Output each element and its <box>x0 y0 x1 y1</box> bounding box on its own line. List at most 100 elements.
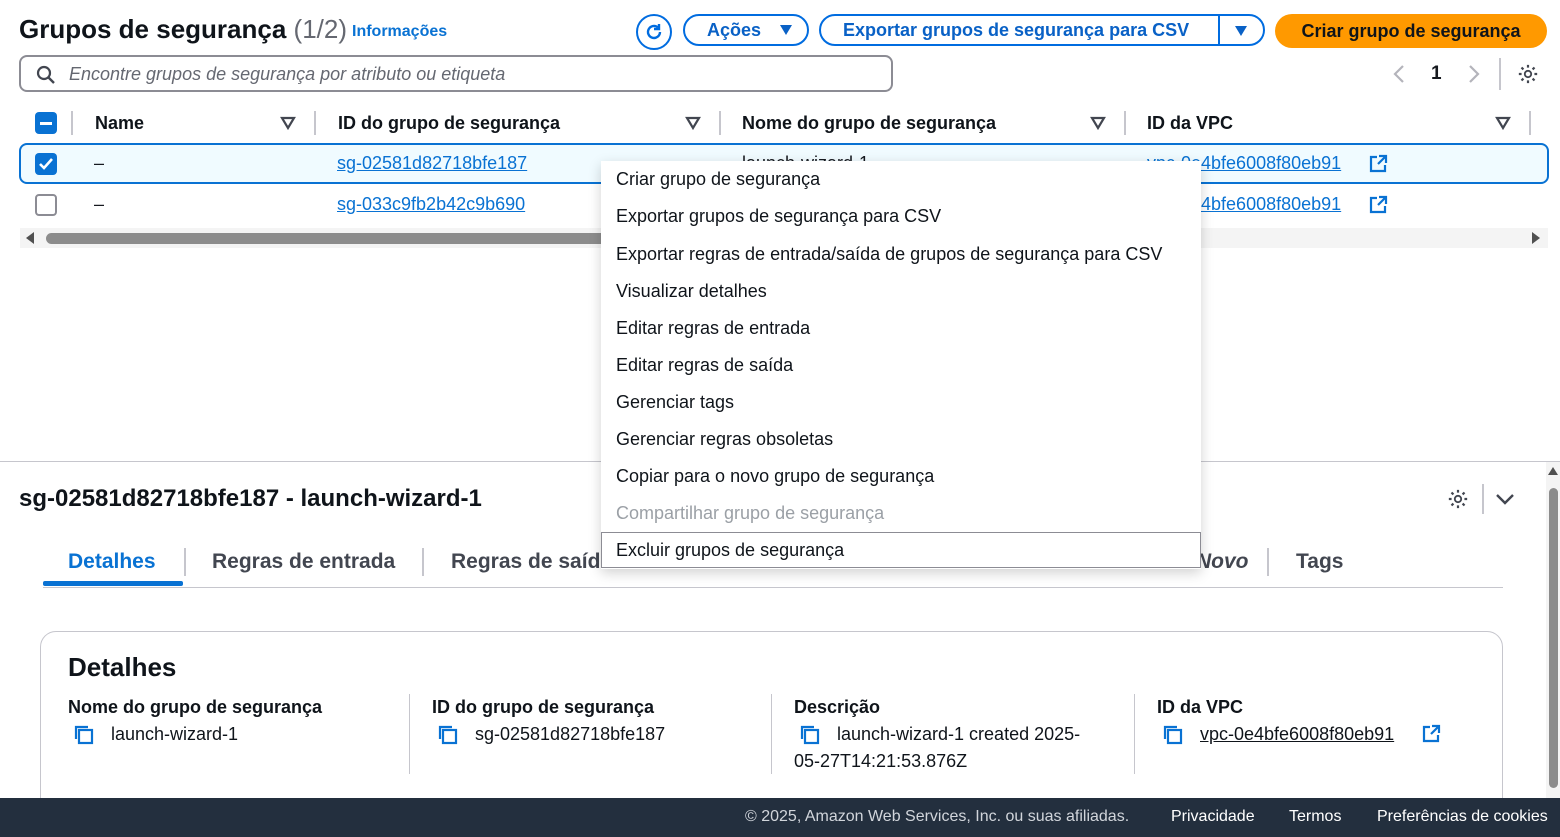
page-title: Grupos de segurança (1/2) <box>19 14 347 45</box>
field-divider <box>771 694 772 774</box>
menu-item-create[interactable]: Criar grupo de segurança <box>616 166 820 192</box>
field-divider <box>1134 694 1135 774</box>
col-divider <box>1124 111 1126 135</box>
detail-title: sg-02581d82718bfe187 - launch-wizard-1 <box>19 485 482 512</box>
field-value-name: launch-wizard-1 <box>111 724 239 744</box>
tab-tags[interactable]: Tags <box>1296 547 1343 577</box>
refresh-button[interactable] <box>636 14 672 50</box>
sort-down-icon[interactable] <box>685 116 701 130</box>
col-divider <box>314 111 316 135</box>
tab-details[interactable]: Detalhes <box>68 547 156 577</box>
field-label-vpc: ID da VPC <box>1157 697 1244 717</box>
menu-item-manage-tags[interactable]: Gerenciar tags <box>616 389 734 415</box>
export-divider <box>1218 16 1220 44</box>
column-header-name[interactable]: Name <box>95 110 144 136</box>
field-value-description-line2: 05-27T14:21:53.876Z <box>794 751 968 771</box>
search-placeholder: Encontre grupos de segurança por atribut… <box>69 64 506 84</box>
selection-count: (1/2) <box>293 14 348 44</box>
footer-terms-link[interactable]: Termos <box>1289 808 1341 826</box>
menu-item-export-csv[interactable]: Exportar grupos de segurança para CSV <box>616 203 941 229</box>
tab-new-partial[interactable]: Novo <box>1196 547 1249 577</box>
field-divider <box>409 694 410 774</box>
create-label: Criar grupo de segurança <box>1301 20 1521 41</box>
col-divider <box>719 111 721 135</box>
column-label: Name <box>95 112 145 133</box>
tab-outbound-rules[interactable]: Regras de saída <box>451 547 612 577</box>
panel-header-divider <box>1482 484 1484 514</box>
prev-page-icon[interactable] <box>1392 64 1406 84</box>
column-header-id[interactable]: ID do grupo de segurança <box>338 110 560 136</box>
details-heading: Detalhes <box>68 652 177 682</box>
sort-down-icon[interactable] <box>1495 116 1511 130</box>
menu-item-edit-outbound[interactable]: Editar regras de saída <box>616 352 793 378</box>
menu-item-export-rules-csv[interactable]: Exportar regras de entrada/saída de grup… <box>616 241 1162 267</box>
sort-down-icon[interactable] <box>280 116 296 130</box>
field-value-id: sg-02581d82718bfe187 <box>475 724 666 744</box>
chevron-down-icon[interactable] <box>1495 492 1515 506</box>
caret-down-icon[interactable] <box>1234 25 1248 37</box>
select-all-checkbox[interactable] <box>35 112 57 134</box>
field-label-name: Nome do grupo de segurança <box>68 697 323 717</box>
external-link-icon[interactable] <box>1368 195 1388 215</box>
menu-item-view-details[interactable]: Visualizar detalhes <box>616 278 767 304</box>
export-label: Exportar grupos de segurança para CSV <box>843 19 1190 40</box>
cell-security-group-id[interactable]: sg-02581d82718bfe187 <box>337 153 527 174</box>
tab-divider <box>184 548 186 576</box>
scroll-left-icon[interactable] <box>24 231 36 245</box>
menu-item-copy-to-new[interactable]: Copiar para o novo grupo de segurança <box>616 463 934 489</box>
create-security-group-button[interactable]: Criar grupo de segurança <box>1275 14 1547 48</box>
info-link[interactable]: Informações <box>352 23 447 41</box>
caret-down-icon <box>780 25 793 35</box>
menu-item-manage-stale-rules[interactable]: Gerenciar regras obsoletas <box>616 426 833 452</box>
search-icon <box>36 65 55 84</box>
next-page-icon[interactable] <box>1467 64 1481 84</box>
field-label-description: Descrição <box>794 697 881 717</box>
actions-label: Ações <box>707 19 762 40</box>
cell-name: – <box>94 153 105 173</box>
column-header-vpc[interactable]: ID da VPC <box>1147 110 1233 136</box>
pagination-divider <box>1499 58 1501 90</box>
tab-inbound-rules[interactable]: Regras de entrada <box>212 547 395 577</box>
footer-privacy-link[interactable]: Privacidade <box>1171 808 1255 826</box>
field-label-id: ID do grupo de segurança <box>432 697 655 717</box>
export-csv-button[interactable]: Exportar grupos de segurança para CSV <box>819 14 1265 46</box>
field-value-description-line1: launch-wizard-1 created 2025- <box>837 724 1081 744</box>
gear-icon[interactable] <box>1517 63 1539 85</box>
row-checkbox[interactable] <box>35 153 57 175</box>
vertical-scrollbar-thumb[interactable] <box>1549 488 1558 788</box>
cell-name: – <box>94 194 105 214</box>
col-divider <box>1529 111 1531 135</box>
tabs-baseline <box>43 587 1503 588</box>
search-box[interactable]: Encontre grupos de segurança por atribut… <box>19 55 893 92</box>
row-checkbox[interactable] <box>35 194 57 216</box>
active-tab-indicator <box>43 581 183 586</box>
copy-icon[interactable] <box>73 724 95 746</box>
check-icon <box>39 158 53 170</box>
menu-item-share-disabled: Compartilhar grupo de segurança <box>616 503 885 523</box>
copy-icon[interactable] <box>1162 724 1184 746</box>
copy-icon[interactable] <box>799 724 821 746</box>
menu-item-delete[interactable]: Excluir grupos de segurança <box>616 537 844 563</box>
indeterminate-icon <box>40 122 52 125</box>
external-link-icon[interactable] <box>1368 154 1388 174</box>
tab-divider <box>422 548 424 576</box>
field-value-vpc[interactable]: vpc-0e4bfe6008f80eb91 <box>1200 724 1394 745</box>
gear-icon[interactable] <box>1447 488 1469 510</box>
vertical-scrollbar[interactable] <box>1546 462 1560 798</box>
column-header-group-name[interactable]: Nome do grupo de segurança <box>742 110 996 136</box>
scroll-up-icon[interactable] <box>1547 466 1559 476</box>
footer-cookies-link[interactable]: Preferências de cookies <box>1377 808 1548 826</box>
copy-icon[interactable] <box>437 724 459 746</box>
scroll-right-icon[interactable] <box>1530 231 1542 245</box>
footer-copyright: © 2025, Amazon Web Services, Inc. ou sua… <box>745 808 1130 825</box>
cell-security-group-id[interactable]: sg-033c9fb2b42c9b690 <box>337 194 525 215</box>
external-link-icon[interactable] <box>1421 724 1441 744</box>
actions-dropdown-menu: Criar grupo de segurança Exportar grupos… <box>601 161 1201 569</box>
menu-item-edit-inbound[interactable]: Editar regras de entrada <box>616 315 810 341</box>
col-divider <box>71 111 73 135</box>
page-number[interactable]: 1 <box>1431 63 1442 85</box>
actions-button[interactable]: Ações <box>683 14 809 46</box>
column-label: ID do grupo de segurança <box>338 112 561 133</box>
sort-down-icon[interactable] <box>1090 116 1106 130</box>
tab-divider <box>1267 548 1269 576</box>
